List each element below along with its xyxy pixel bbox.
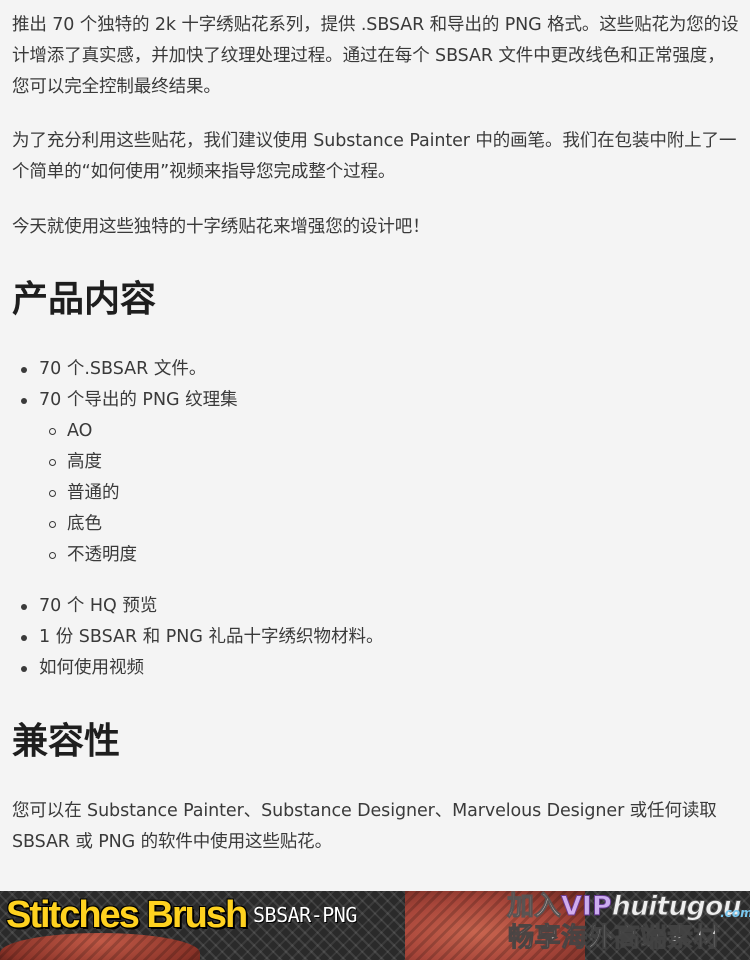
texture-sublist: AO 高度 普通的 底色 不透明度 — [0, 416, 137, 571]
product-banner: Stitches Brush SBSAR-PNG 加入VIPhuitugou .c… — [0, 891, 750, 960]
banner-title: Stitches Brush — [6, 894, 248, 936]
banner-subtitle: SBSAR-PNG — [253, 903, 357, 927]
list-item: 70 个 HQ 预览 — [0, 591, 384, 622]
watermark-slogan: 畅享海外高端素材 — [507, 923, 721, 954]
watermark-vip-text: VIP — [561, 891, 613, 923]
sublist-item: 高度 — [0, 447, 137, 478]
sublist-item: 普通的 — [0, 478, 137, 509]
compat-paragraph: 您可以在 Substance Painter、Substance Designe… — [12, 801, 717, 852]
sublist-item: AO — [0, 416, 137, 447]
list-item: 1 份 SBSAR 和 PNG 礼品十字绣织物材料。 — [0, 622, 384, 653]
watermark-join: 加入 — [507, 891, 562, 923]
tip-paragraph: 为了充分利用这些贴花，我们建议使用 Substance Painter 中的画笔… — [12, 131, 737, 182]
cta-paragraph: 今天就使用这些独特的十字绣贴花来增强您的设计吧！ — [12, 217, 430, 237]
watermark-domain: .com — [720, 906, 750, 920]
sublist-item: 不透明度 — [0, 540, 137, 571]
intro-paragraph: 推出 70 个独特的 2k 十字绣贴花系列，提供 .SBSAR 和导出的 PNG… — [12, 15, 739, 97]
contents-heading: 产品内容 — [12, 279, 157, 320]
contents-list: 70 个.SBSAR 文件。 70 个导出的 PNG 纹理集 — [0, 354, 238, 416]
sublist-item: 底色 — [0, 509, 137, 540]
list-item: 如何使用视频 — [0, 653, 384, 684]
list-item: 70 个导出的 PNG 纹理集 — [0, 385, 238, 416]
compat-heading: 兼容性 — [12, 721, 121, 762]
list-item: 70 个.SBSAR 文件。 — [0, 354, 238, 385]
contents-list-continued: 70 个 HQ 预览 1 份 SBSAR 和 PNG 礼品十字绣织物材料。 如何… — [0, 591, 384, 684]
